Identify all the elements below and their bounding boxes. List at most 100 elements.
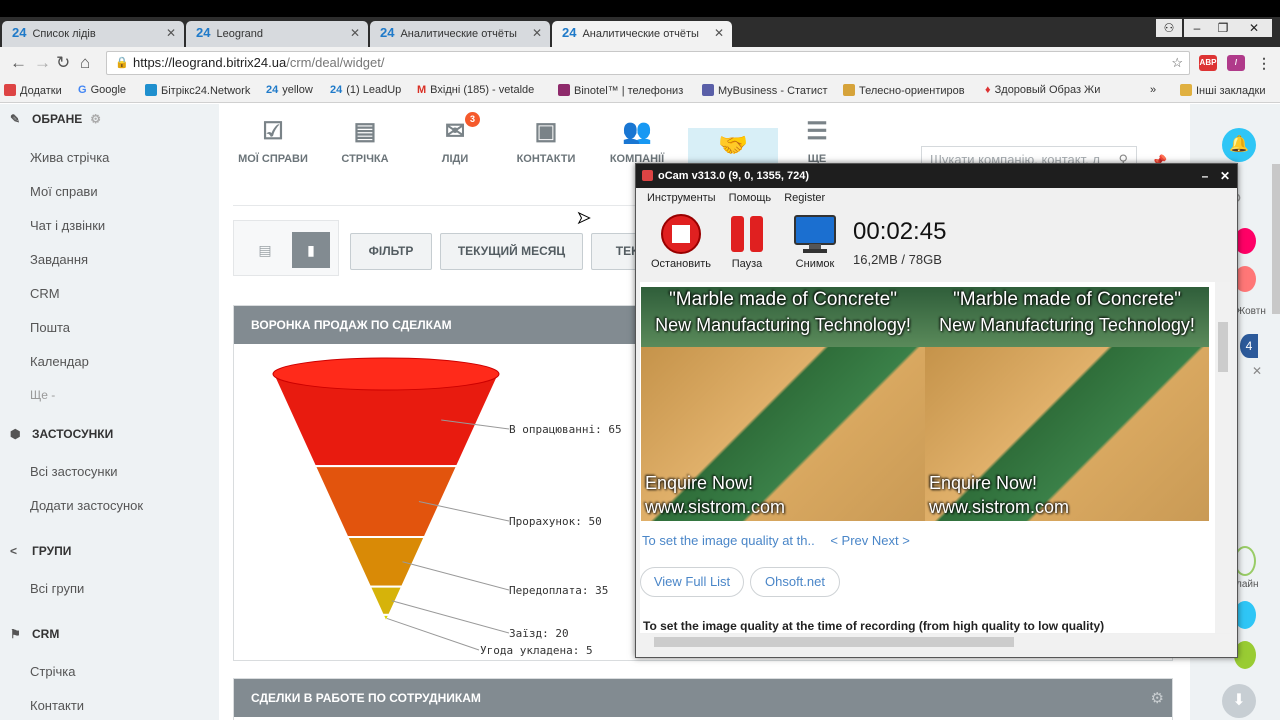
close-icon[interactable]: ✕ (166, 21, 176, 45)
tab-leogrand[interactable]: 24 Leogrand ✕ (186, 21, 368, 47)
sidebar-item-chat[interactable]: Чат і дзвінки (30, 218, 105, 233)
sidebar-item-crm-contacts[interactable]: Контакти (30, 698, 84, 713)
menu-tools[interactable]: Инструменты (647, 192, 716, 204)
nav-label: ЛІДИ (441, 153, 469, 165)
nav-more[interactable]: ☰ ЩЕ (772, 114, 862, 165)
minimize-icon[interactable]: – (1184, 19, 1210, 37)
star-icon[interactable]: ☆ (1171, 52, 1183, 74)
sidebar-item-all-apps[interactable]: Всі застосунки (30, 464, 118, 479)
ocam-app-icon (642, 170, 653, 181)
bookmark-zdorovy[interactable]: ♦ Здоровый Образ Жи (985, 84, 1100, 96)
stop-button[interactable]: Остановить (648, 214, 714, 270)
ad-banner[interactable]: "Marble made of Concrete" New Manufactur… (925, 287, 1209, 521)
back-icon[interactable]: ← (10, 53, 27, 73)
nav-leads[interactable]: ✉ 3 ЛІДИ (410, 112, 500, 165)
close-icon[interactable]: ✕ (1252, 364, 1262, 378)
bookmark-gmail[interactable]: M Вхідні (185) - vetalde (417, 84, 534, 96)
bookmark-apps[interactable]: Додатки (4, 84, 62, 97)
sidebar-item-more[interactable]: Ще - (30, 388, 55, 402)
ocam-title: oCam v313.0 (9, 0, 1355, 724) (658, 170, 810, 182)
adblock-icon[interactable]: ABP (1199, 55, 1217, 71)
window-close-icon[interactable]: ✕ (1236, 19, 1272, 37)
bookmark-bitrix-network[interactable]: Бітрікс24.Network (145, 84, 250, 97)
sidebar-item-crm-feed[interactable]: Стрічка (30, 664, 75, 679)
current-month-button[interactable]: ТЕКУЩИЙ МЕСЯЦ (440, 233, 583, 270)
close-icon[interactable]: ✕ (350, 21, 360, 45)
sidebar-item-live-feed[interactable]: Жива стрічка (30, 150, 109, 165)
bookmark-yellow[interactable]: 24 yellow (266, 84, 313, 96)
bookmark-binotel[interactable]: Binotel™ | телефониз (558, 84, 683, 97)
bookmark-mybusiness[interactable]: MyBusiness - Статист (702, 84, 828, 97)
nav-contacts[interactable]: ▣ КОНТАКТИ (501, 114, 591, 165)
gear-icon[interactable]: ⚙ (90, 112, 101, 126)
view-full-list-button[interactable]: View Full List (640, 567, 744, 597)
bookmark-telesno[interactable]: Телесно-ориентиров (843, 84, 965, 97)
sidebar-item-tasks[interactable]: Завдання (30, 252, 88, 267)
tab-reports[interactable]: 24 Аналитические отчёты ✕ (370, 21, 550, 47)
home-icon[interactable]: ⌂ (80, 53, 90, 73)
funnel-segment[interactable] (313, 465, 459, 538)
quality-link[interactable]: To set the image quality at th.. (642, 533, 815, 548)
url-host: https://leogrand.bitrix24.ua (133, 55, 287, 70)
ocam-titlebar[interactable]: oCam v313.0 (9, 0, 1355, 724) – ✕ (636, 164, 1237, 188)
close-icon[interactable]: ✕ (714, 21, 724, 45)
browser-window: 24 Список лідів ✕ 24 Leogrand ✕ 24 Аналитичес… (0, 17, 1280, 720)
sidebar-item-crm[interactable]: CRM (30, 286, 60, 301)
nav-feed[interactable]: ▤ СТРІЧКА (320, 114, 410, 165)
sidebar-item-all-groups[interactable]: Всі групи (30, 581, 84, 596)
bookmarks-overflow-icon[interactable]: » (1150, 84, 1156, 96)
gear-icon[interactable]: ⚙ (1151, 689, 1164, 707)
close-icon[interactable]: ✕ (532, 21, 542, 45)
prev-next-links[interactable]: < Prev Next > (830, 533, 909, 548)
groups-header[interactable]: < ГРУПИ (10, 544, 71, 558)
ad-image (641, 347, 925, 521)
scroll-thumb[interactable] (654, 637, 1014, 647)
bookmark-google[interactable]: G Google (78, 84, 126, 96)
close-icon[interactable]: ✕ (1214, 164, 1236, 188)
forward-icon[interactable]: → (34, 53, 51, 73)
tab-leads-list[interactable]: 24 Список лідів ✕ (2, 21, 184, 47)
favorites-header[interactable]: ✎ ОБРАНЕ ⚙ (10, 112, 101, 126)
pause-button[interactable]: Пауза (714, 214, 780, 270)
funnel-top (272, 357, 500, 391)
bookmark-other[interactable]: Інші закладки (1180, 84, 1265, 97)
tab-reports-active[interactable]: 24 Аналитические отчёты ✕ (552, 21, 732, 47)
apps-header[interactable]: ⬢ ЗАСТОСУНКИ (10, 427, 113, 441)
sidebar-item-add-app[interactable]: Додати застосунок (30, 498, 143, 513)
page-scrollbar[interactable] (1272, 164, 1280, 314)
download-icon[interactable]: ⬇ (1222, 684, 1256, 718)
sidebar-item-my-tasks[interactable]: Мої справи (30, 184, 98, 199)
chart-view-icon[interactable]: ▮ (292, 232, 330, 268)
notification-bell-icon[interactable]: 🔔 (1222, 128, 1256, 162)
menu-icon[interactable]: ⋮ (1255, 55, 1273, 71)
scroll-thumb[interactable] (1218, 322, 1228, 372)
bookmark-leadup[interactable]: 24 (1) LeadUp (330, 84, 401, 96)
minimize-icon[interactable]: – (1194, 164, 1216, 188)
funnel-segment[interactable] (368, 585, 404, 616)
extension-icon[interactable]: / (1227, 55, 1245, 71)
list-view-icon[interactable]: ▤ (246, 232, 284, 268)
section-label: ОБРАНЕ (32, 112, 83, 126)
snapshot-button[interactable]: Снимок (782, 214, 848, 270)
reload-icon[interactable]: ↻ (56, 53, 70, 73)
funnel-label: В опрацюванні: 65 (509, 423, 622, 436)
bookmark-label: Телесно-ориентиров (859, 85, 965, 97)
nav-companies[interactable]: 👥 КОМПАНІЇ (592, 114, 682, 165)
funnel-segment[interactable] (345, 535, 427, 588)
nav-my-tasks[interactable]: ☑ МОЇ СПРАВИ (228, 114, 318, 165)
profile-icon[interactable]: ⚇ (1156, 19, 1182, 37)
crm-header[interactable]: ⚑ CRM (10, 627, 59, 641)
menu-register[interactable]: Register (784, 192, 825, 204)
ohsoft-link-button[interactable]: Ohsoft.net (750, 567, 840, 597)
maximize-icon[interactable]: ❐ (1210, 19, 1236, 37)
sidebar-item-mail[interactable]: Пошта (30, 320, 70, 335)
filter-button[interactable]: ФІЛЬТР (350, 233, 432, 270)
ocam-vertical-scrollbar[interactable] (1215, 282, 1231, 633)
button-label: Снимок (795, 258, 835, 270)
sidebar-item-calendar[interactable]: Календар (30, 354, 89, 369)
url-input[interactable]: 🔒 https://leogrand.bitrix24.ua/crm/deal/… (106, 51, 1190, 75)
ocam-horizontal-scrollbar[interactable] (640, 634, 1231, 650)
ad-banner[interactable]: "Marble made of Concrete" New Manufactur… (641, 287, 925, 521)
menu-help[interactable]: Помощь (729, 192, 772, 204)
stop-icon (661, 214, 701, 254)
